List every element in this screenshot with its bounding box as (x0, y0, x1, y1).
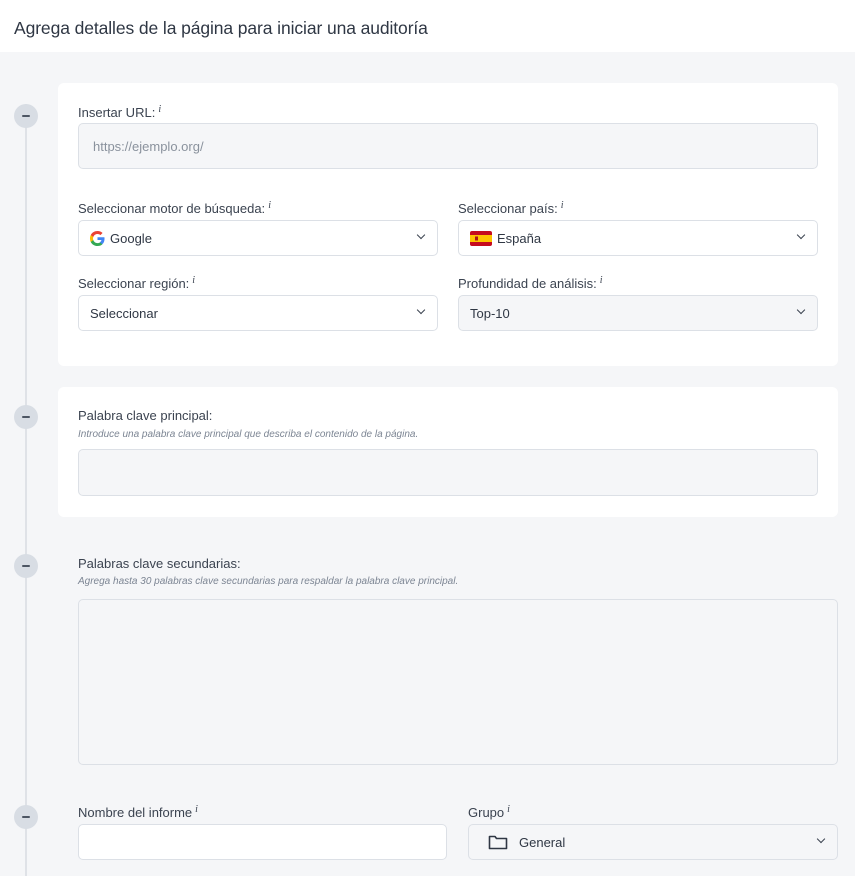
url-label: Insertar URL: i (78, 104, 162, 120)
report-section: Nombre del informe i Grupo i General (58, 795, 838, 876)
secondary-keywords-textarea[interactable] (78, 599, 838, 765)
group-info-icon[interactable]: i (507, 804, 510, 815)
country-info-icon[interactable]: i (561, 200, 564, 211)
country-select[interactable]: España (458, 220, 818, 256)
engine-value: Google (110, 231, 152, 246)
chevron-down-icon (416, 305, 426, 315)
url-settings-card: Insertar URL: i https://ejemplo.org/ Sele… (58, 83, 838, 366)
region-info-icon[interactable]: i (192, 275, 195, 286)
main-keyword-input[interactable] (78, 449, 818, 496)
group-value: General (519, 835, 566, 850)
depth-info-icon[interactable]: i (600, 275, 603, 286)
spain-flag-icon (470, 231, 492, 246)
step-4-collapse-button[interactable] (14, 805, 38, 829)
url-info-icon[interactable]: i (158, 104, 161, 115)
engine-select[interactable]: Google (78, 220, 438, 256)
secondary-keywords-hint: Agrega hasta 30 palabras clave secundari… (78, 576, 459, 587)
region-value: Seleccionar (90, 306, 158, 321)
group-select[interactable]: General (468, 824, 838, 860)
url-input[interactable]: https://ejemplo.org/ (78, 123, 818, 169)
engine-label: Seleccionar motor de búsqueda: i (78, 200, 271, 216)
page-title: Agrega detalles de la página para inicia… (14, 18, 428, 38)
main-keyword-hint: Introduce una palabra clave principal qu… (78, 429, 419, 440)
url-placeholder: https://ejemplo.org/ (93, 139, 204, 154)
step-2-collapse-button[interactable] (14, 405, 38, 429)
report-name-input[interactable] (78, 824, 447, 860)
engine-info-icon[interactable]: i (268, 200, 271, 211)
main-keyword-label: Palabra clave principal: (78, 408, 213, 423)
google-icon (90, 231, 105, 246)
secondary-keywords-section: Palabras clave secundarias: Agrega hasta… (58, 540, 838, 770)
country-value: España (497, 231, 542, 246)
country-label: Seleccionar país: i (458, 200, 564, 216)
depth-select[interactable]: Top-10 (458, 295, 818, 331)
chevron-down-icon (796, 230, 806, 240)
chevron-down-icon (416, 230, 426, 240)
report-name-label: Nombre del informe i (78, 804, 198, 820)
region-label: Seleccionar región: i (78, 275, 196, 291)
group-label: Grupo i (468, 804, 510, 820)
main-keyword-card: Palabra clave principal: Introduce una p… (58, 387, 838, 517)
depth-value: Top-10 (470, 306, 510, 321)
region-select[interactable]: Seleccionar (78, 295, 438, 331)
depth-label: Profundidad de análisis: i (458, 275, 603, 291)
chevron-down-icon (796, 305, 806, 315)
folder-icon (488, 835, 508, 850)
step-3-collapse-button[interactable] (14, 554, 38, 578)
secondary-keywords-label: Palabras clave secundarias: (78, 556, 241, 571)
page-header: Agrega detalles de la página para inicia… (0, 0, 855, 52)
report-name-info-icon[interactable]: i (195, 804, 198, 815)
chevron-down-icon (816, 834, 826, 844)
timeline-line (25, 104, 27, 876)
step-1-collapse-button[interactable] (14, 104, 38, 128)
